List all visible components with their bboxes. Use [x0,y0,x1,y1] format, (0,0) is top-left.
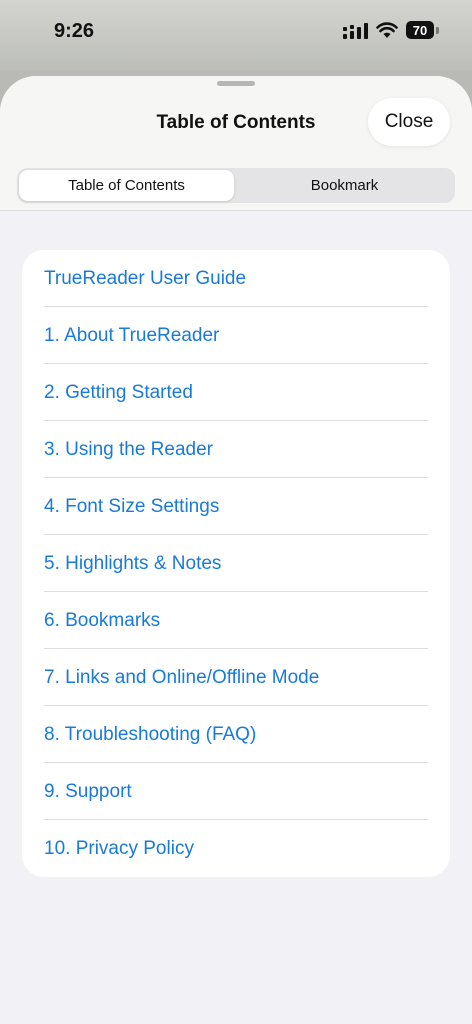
toc-item-about[interactable]: 1. About TrueReader [22,307,450,364]
toc-item-getting-started[interactable]: 2. Getting Started [22,364,450,421]
toc-item-using-reader[interactable]: 3. Using the Reader [22,421,450,478]
toc-item-font-size[interactable]: 4. Font Size Settings [22,478,450,535]
toc-item-privacy[interactable]: 10. Privacy Policy [22,820,450,877]
sheet-header: Table of Contents Close Table of Content… [0,76,472,211]
battery-level: 70 [406,21,434,39]
segmented-control: Table of Contents Bookmark [17,168,455,203]
toc-sheet: Table of Contents Close Table of Content… [0,76,472,1024]
toc-item-bookmarks[interactable]: 6. Bookmarks [22,592,450,649]
toc-item-links[interactable]: 7. Links and Online/Offline Mode [22,649,450,706]
toc-list: TrueReader User Guide 1. About TrueReade… [22,250,450,877]
status-bar: 9:26 70 [0,0,472,70]
sheet-grabber[interactable] [217,81,255,86]
status-time: 9:26 [54,20,95,42]
tab-table-of-contents[interactable]: Table of Contents [19,170,234,201]
toc-item-highlights[interactable]: 5. Highlights & Notes [22,535,450,592]
close-button[interactable]: Close [368,98,450,146]
signal-icon [343,23,368,39]
wifi-icon [376,22,398,38]
toc-item-support[interactable]: 9. Support [22,763,450,820]
toc-item-guide[interactable]: TrueReader User Guide [22,250,450,307]
toc-item-troubleshooting[interactable]: 8. Troubleshooting (FAQ) [22,706,450,763]
tab-bookmark[interactable]: Bookmark [236,170,453,201]
battery-icon: 70 [406,21,440,41]
